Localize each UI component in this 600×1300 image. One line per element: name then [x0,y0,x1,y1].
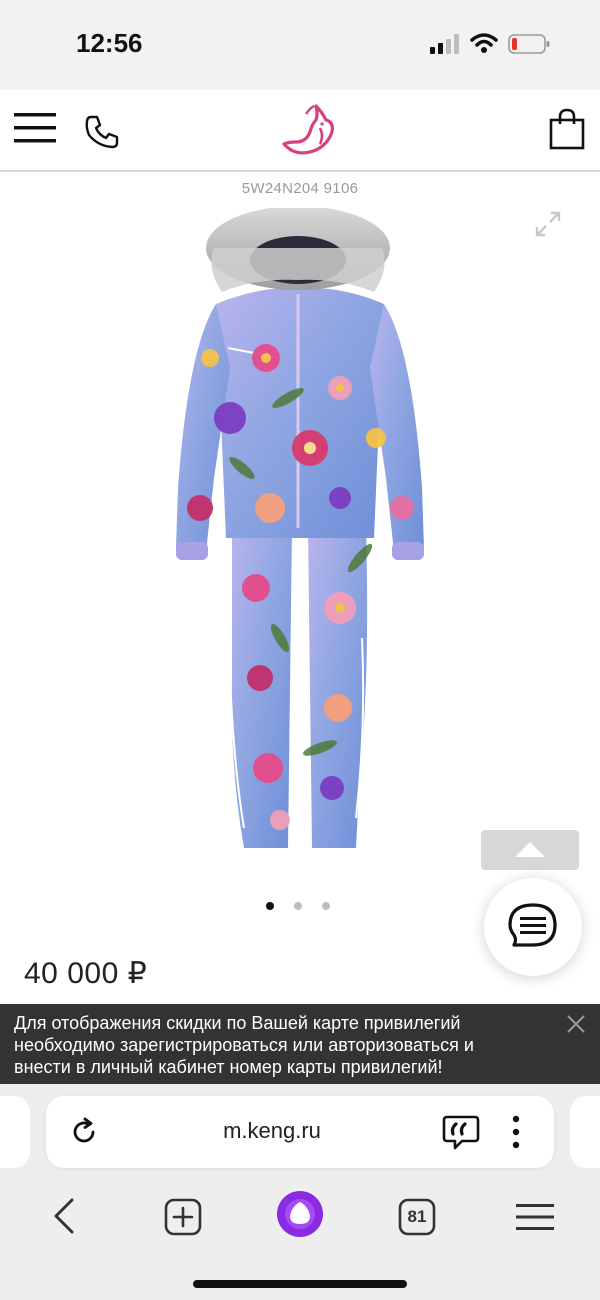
gallery-pagination [264,902,344,914]
phone-icon[interactable] [84,114,120,150]
quote-icon[interactable] [442,1114,480,1150]
product-sku: 5W24N204 9106 [241,180,359,197]
back-arrow-icon[interactable] [48,1196,82,1236]
arrow-up-icon [515,842,545,857]
status-time: 12:56 [76,28,143,58]
cellular-signal-icon [430,34,459,54]
home-indicator[interactable] [193,1280,407,1288]
browser-nav-row: 81 [0,1188,600,1248]
kangaroo-logo[interactable] [276,102,340,158]
expand-icon[interactable] [534,210,562,238]
chat-button[interactable] [484,878,582,976]
close-icon[interactable] [564,1012,588,1036]
new-tab-icon[interactable] [164,1198,202,1236]
discount-banner-text: Для отображения скидки по Вашей карте пр… [14,1013,474,1077]
scroll-to-top-button[interactable] [481,830,579,870]
site-header [0,90,600,172]
product-image[interactable] [170,208,430,848]
address-bar[interactable]: m.keng.ru [46,1096,554,1168]
browser-toolbar: m.keng.ru 81 [0,1084,600,1300]
product-price: 40 000 ₽ [24,957,148,990]
more-vertical-icon[interactable] [506,1114,526,1150]
gallery-dot-3[interactable] [322,902,330,910]
product-gallery: 5W24N204 9106 40 000 ₽ [0,172,600,1004]
tabs-counter-button[interactable]: 81 [398,1198,436,1236]
gallery-dot-1[interactable] [266,902,274,910]
shopping-bag-icon[interactable] [548,108,586,150]
discount-banner: Для отображения скидки по Вашей карте пр… [0,1004,600,1084]
alice-assistant-icon[interactable] [276,1190,324,1238]
hamburger-menu-icon[interactable] [516,1202,554,1232]
wifi-icon [470,33,498,53]
chat-icon [508,903,557,947]
status-bar: 12:56 [0,0,600,90]
battery-icon [508,34,550,54]
previous-tab-preview[interactable] [0,1096,30,1168]
gallery-dot-2[interactable] [294,902,302,910]
next-tab-preview[interactable] [570,1096,600,1168]
url-text[interactable]: m.keng.ru [46,1118,498,1144]
tabs-count: 81 [407,1207,427,1226]
menu-icon[interactable] [14,110,56,146]
